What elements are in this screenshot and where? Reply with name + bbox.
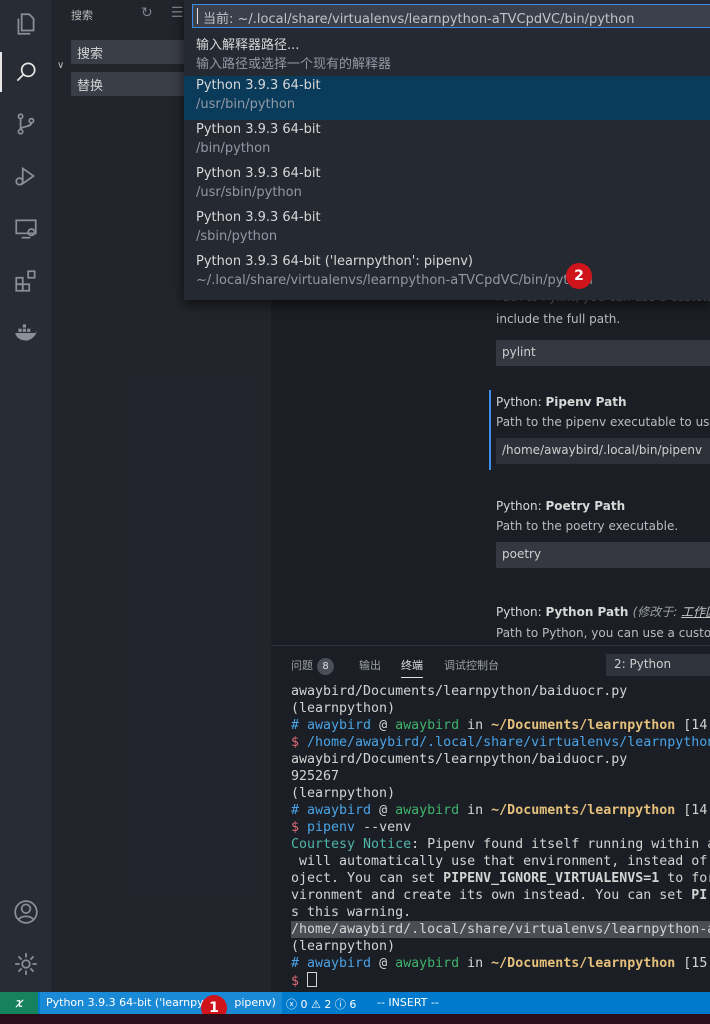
setting-python-path: Python: Python Path (修改于: 工作区 Path to Py… <box>496 603 710 640</box>
quick-pick-item[interactable]: Python 3.9.3 64-bit/usr/bin/python <box>184 76 710 120</box>
terminal-line: awaybird/Documents/learnpython/baiduocr.… <box>291 752 628 767</box>
quick-pick-item-path: /usr/bin/python <box>196 97 296 112</box>
pipenv-path-input[interactable]: /home/awaybird/.local/bin/pipenv <box>496 438 710 464</box>
extensions-icon[interactable] <box>0 257 52 305</box>
settings-gear-icon[interactable] <box>0 940 52 988</box>
explorer-icon[interactable] <box>0 0 52 48</box>
error-icon: ⓧ <box>286 998 297 1011</box>
setting-title: Python: Pipenv Path <box>496 395 627 409</box>
python-interpreter-selector[interactable]: Python 3.9.3 64-bit ('learnpyth pipenv) <box>40 992 282 1014</box>
vim-mode-indicator: -- INSERT -- <box>377 996 439 1009</box>
account-icon[interactable] <box>0 888 52 936</box>
terminal-line: s this warning. <box>291 905 412 920</box>
poetry-path-input[interactable]: poetry <box>496 542 710 568</box>
quick-pick-item[interactable]: Python 3.9.3 64-bit/sbin/python <box>184 208 710 252</box>
sidebar-title: 搜索 <box>71 9 93 22</box>
tab-problems[interactable]: 问题 8 <box>291 657 334 675</box>
setting-description: Path to the poetry executable. <box>496 519 679 533</box>
terminal-line: vironment and create its own instead. Yo… <box>291 888 708 903</box>
annotation-badge: 2 <box>566 263 592 289</box>
terminal-line: Courtesy Notice: Pipenv found itself run… <box>291 837 710 852</box>
modified-in-workspace-link[interactable]: 工作区 <box>681 605 710 619</box>
interpreter-quick-pick: 当前: ~/.local/share/virtualenvs/learnpyth… <box>184 0 710 300</box>
terminal-line: 925267 <box>291 769 340 784</box>
problems-count-badge: 8 <box>317 658 334 675</box>
terminal-output[interactable]: awaybird/Documents/learnpython/baiduocr.… <box>291 683 710 993</box>
quick-pick-item-path: /bin/python <box>196 141 271 156</box>
remote-explorer-icon[interactable] <box>0 205 52 253</box>
terminal-line: # awaybird @ awaybird in ~/Documents/lea… <box>291 718 708 733</box>
tab-terminal[interactable]: 终端 <box>401 657 423 678</box>
pylint-path-input[interactable]: pylint <box>496 340 710 366</box>
setting-description: Path to the pipenv executable to use f <box>496 415 710 429</box>
quick-pick-item-path: /sbin/python <box>196 229 278 244</box>
terminal-line: /home/awaybird/.local/share/virtualenvs/… <box>291 921 710 938</box>
terminal-line: (learnpython) <box>291 786 396 801</box>
docker-icon[interactable] <box>0 309 52 357</box>
clear-results-icon[interactable]: ☰ <box>171 5 184 21</box>
refresh-icon[interactable]: ↻ <box>141 5 153 21</box>
problems-status[interactable]: ⓧ 0 ⚠ 2 ⓘ 6 <box>286 996 356 1012</box>
bottom-panel: 问题 8 输出 终端 调试控制台 2: Python awaybird/Docum… <box>271 645 710 993</box>
tab-output[interactable]: 输出 <box>359 657 381 673</box>
source-control-icon[interactable] <box>0 100 52 148</box>
setting-poetry-path: Python: Poetry Path Path to the poetry e… <box>496 499 710 568</box>
setting-description: include the full path. <box>496 312 621 326</box>
quick-pick-item-path: 输入路径或选择一个现有的解释器 <box>196 57 392 72</box>
terminal-line: oject. You can set PIPENV_IGNORE_VIRTUAL… <box>291 871 710 886</box>
quick-pick-item[interactable]: Python 3.9.3 64-bit/usr/sbin/python <box>184 164 710 208</box>
quick-pick-item[interactable]: 输入解释器路径... 输入路径或选择一个现有的解释器 <box>184 32 710 76</box>
quick-pick-input[interactable]: 当前: ~/.local/share/virtualenvs/learnpyth… <box>192 4 710 28</box>
status-bar: Python 3.9.3 64-bit ('learnpyth pipenv) … <box>0 992 710 1021</box>
tab-debug-console[interactable]: 调试控制台 <box>444 657 499 673</box>
terminal-select[interactable]: 2: Python <box>606 654 710 676</box>
setting-description: Path to Python, you can use a custom <box>496 626 710 640</box>
quick-pick-item-label: Python 3.9.3 64-bit <box>196 210 321 225</box>
quick-pick-item-path: /usr/sbin/python <box>196 185 302 200</box>
terminal-line: $ pipenv --venv <box>291 820 412 835</box>
info-icon: ⓘ <box>334 998 346 1011</box>
terminal-cursor <box>307 972 318 987</box>
run-debug-icon[interactable] <box>0 152 52 200</box>
setting-pipenv-path: Python: Pipenv Path Path to the pipenv e… <box>489 390 710 470</box>
quick-pick-item-label: Python 3.9.3 64-bit <box>196 78 321 93</box>
quick-pick-item-path: ~/.local/share/virtualenvs/learnpython-a… <box>196 273 593 288</box>
setting-title: Python: Python Path (修改于: 工作区 <box>496 603 710 620</box>
terminal-line: $ <box>291 972 710 989</box>
desktop-strip <box>0 1014 710 1024</box>
terminal-line: $ /home/awaybird/.local/share/virtualenv… <box>291 735 710 750</box>
quick-pick-item-label: Python 3.9.3 64-bit ('learnpython': pipe… <box>196 254 473 269</box>
terminal-line: will automatically use that environment,… <box>291 854 708 869</box>
quick-pick-item[interactable]: Python 3.9.3 64-bit ('learnpython': pipe… <box>184 252 710 296</box>
quick-pick-item-label: Python 3.9.3 64-bit <box>196 166 321 181</box>
quick-pick-item[interactable]: Python 3.9.3 64-bit/bin/python <box>184 120 710 164</box>
setting-pylint-path: Path to Pylint, you can use a custom inc… <box>496 296 710 366</box>
terminal-line: (learnpython) <box>291 701 396 716</box>
quick-pick-item-label: 输入解释器路径... <box>196 38 300 53</box>
terminal-line: awaybird/Documents/learnpython/baiduocr.… <box>291 684 628 699</box>
remote-indicator[interactable] <box>0 992 38 1014</box>
terminal-line: # awaybird @ awaybird in ~/Documents/lea… <box>291 803 708 818</box>
chevron-down-icon[interactable]: ∨ <box>57 60 64 71</box>
terminal-line: (learnpython) <box>291 939 396 954</box>
remote-icon <box>14 998 24 1008</box>
activity-bar <box>0 0 53 992</box>
terminal-line: # awaybird @ awaybird in ~/Documents/lea… <box>291 956 708 971</box>
setting-title: Python: Poetry Path <box>496 499 626 513</box>
search-icon[interactable] <box>0 48 52 96</box>
quick-pick-item-label: Python 3.9.3 64-bit <box>196 122 321 137</box>
warning-icon: ⚠ <box>311 998 321 1011</box>
